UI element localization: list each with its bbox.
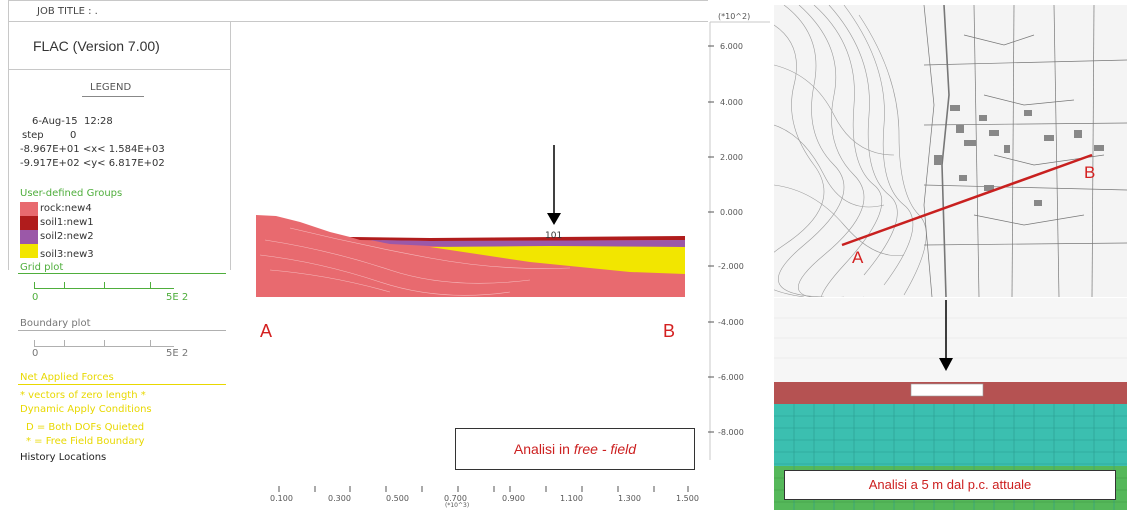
swatch-soil1 [20,216,38,230]
swatch-soil2 [20,230,38,244]
forces-heading: Net Applied Forces [20,372,114,383]
x-scale-label: (*10^3) [445,502,470,509]
y-tick-label: -4.000 [718,318,744,327]
y-tick-label: -6.000 [718,373,744,382]
caption-italic: free - field [573,441,637,457]
swatch-rock [20,202,38,216]
y-tick-label: -8.000 [718,428,744,437]
boundary-plot-min: 0 [32,348,39,359]
grid-tick-3 [150,282,151,288]
boundary-tick-0 [34,340,35,346]
map-point-a: A [852,248,864,267]
grid-plot-min: 0 [32,292,39,303]
boundary-tick-1 [64,340,65,346]
forces-line [18,384,226,385]
site-map: A B [774,5,1127,297]
group-label-rock: rock:new4 [40,203,92,214]
grid-tick-2 [104,282,105,288]
grid-tick-0 [34,282,35,288]
x-tick-label: 0.300 [328,494,351,503]
boundary-plot-label: Boundary plot [20,318,91,329]
model-excavation [910,383,984,397]
x-tick-label: 0.500 [386,494,409,503]
forces-dynamic: Dynamic Apply Conditions [20,404,152,415]
forces-free-field: * = Free Field Boundary [26,436,145,447]
forces-zero-vectors: * vectors of zero length * [20,390,146,401]
x-tick-label: 1.100 [560,494,583,503]
y-tick-label: 2.000 [720,153,743,162]
y-tick-label: 4.000 [720,98,743,107]
model-caption: Analisi a 5 m dal p.c. attuale [784,470,1116,500]
legend-x-range: -8.967E+01 <x< 1.584E+03 [20,144,165,155]
boundary-plot-line [18,330,226,331]
group-label-soil3: soil3:new3 [40,249,94,260]
legend-underline [82,96,144,97]
site-map-drawing [774,5,1127,297]
map-point-b: B [1084,163,1096,182]
history-locations-label: History Locations [20,452,107,463]
grid-plot-scale [34,288,174,289]
legend-border [8,70,9,270]
legend-step-label: step [22,130,44,141]
forces-both-quieted: D = Both DOFs Quieted [26,422,145,433]
y-tick-label: 6.000 [720,42,743,51]
x-tick-label: 1.300 [618,494,641,503]
grid-plot-line [18,273,226,274]
legend-date: 6-Aug-15 12:28 [32,116,113,127]
x-tick-label: 0.900 [502,494,525,503]
y-scale-label: (*10^2) [718,12,751,21]
x-tick-label: 0.100 [270,494,293,503]
legend-y-range: -9.917E+02 <y< 6.817E+02 [20,158,165,169]
group-label-soil1: soil1:new1 [40,217,94,228]
app-title: FLAC (Version 7.00) [8,22,230,70]
grid-plot-max: 5E 2 [166,292,189,303]
y-tick-label: -2.000 [718,262,744,271]
grid-plot-label: Grid plot [20,262,64,273]
group-label-soil2: soil2:new2 [40,231,94,242]
section-point-a: A [260,321,273,341]
grid-tick-1 [64,282,65,288]
y-tick-label: 0.000 [720,208,743,217]
boundary-tick-2 [104,340,105,346]
legend-step-value: 0 [70,130,77,141]
free-field-caption: Analisi in free - field [455,428,695,470]
groups-heading: User-defined Groups [20,188,123,199]
history-point-label: 101 [545,231,563,241]
boundary-plot-scale [34,346,174,347]
caption-prefix: Analisi in [513,441,574,457]
boundary-tick-3 [150,340,151,346]
section-point-b: B [663,321,676,341]
history-arrow-head [547,213,561,225]
legend-heading: LEGEND [90,82,132,93]
x-tick-label: 1.500 [676,494,699,503]
model-detail: Analisi a 5 m dal p.c. attuale [774,298,1127,510]
swatch-soil3 [20,244,38,258]
boundary-plot-max: 5E 2 [166,348,189,359]
